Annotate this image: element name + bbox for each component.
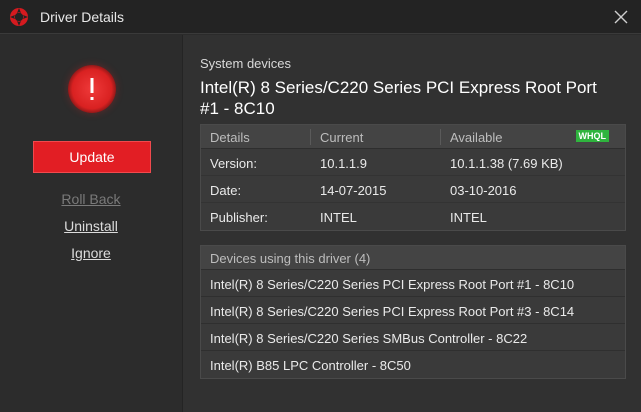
row-label: Publisher: xyxy=(210,210,268,225)
ignore-link[interactable]: Ignore xyxy=(0,245,182,261)
available-value: 10.1.1.38 (7.69 KB) xyxy=(450,156,563,171)
current-value: 10.1.1.9 xyxy=(320,156,367,171)
device-label: Intel(R) B85 LPC Controller - 8C50 xyxy=(210,358,411,373)
column-divider xyxy=(440,129,441,145)
list-item: Intel(R) 8 Series/C220 Series PCI Expres… xyxy=(201,270,625,297)
device-name-heading: Intel(R) 8 Series/C220 Series PCI Expres… xyxy=(200,78,597,118)
details-table-header: Details Current Available WHQL xyxy=(201,125,625,149)
devices-header-label: Devices using this driver (4) xyxy=(210,251,371,266)
table-row-date: Date: 14-07-2015 03-10-2016 xyxy=(201,176,625,203)
whql-badge: WHQL xyxy=(575,130,609,142)
table-row-publisher: Publisher: INTEL INTEL xyxy=(201,203,625,230)
device-label: Intel(R) 8 Series/C220 Series PCI Expres… xyxy=(210,304,575,319)
row-label: Version: xyxy=(210,156,257,171)
header-details: Details xyxy=(210,130,250,145)
devices-list-header: Devices using this driver (4) xyxy=(201,246,625,270)
section-label: System devices xyxy=(200,56,292,71)
action-sidebar: Update Roll Back Uninstall Ignore xyxy=(0,35,182,412)
device-label: Intel(R) 8 Series/C220 Series SMBus Cont… xyxy=(210,331,528,346)
header-current: Current xyxy=(320,130,364,145)
table-row-version: Version: 10.1.1.9 10.1.1.38 (7.69 KB) xyxy=(201,149,625,176)
devices-list: Devices using this driver (4) Intel(R) 8… xyxy=(200,245,626,379)
details-panel: System devices Intel(R) 8 Series/C220 Se… xyxy=(182,35,641,412)
roll-back-link[interactable]: Roll Back xyxy=(0,191,182,207)
header-available: Available xyxy=(450,130,503,145)
current-value: 14-07-2015 xyxy=(320,183,387,198)
driver-details-table: Details Current Available WHQL Version: … xyxy=(200,124,626,231)
uninstall-link[interactable]: Uninstall xyxy=(0,218,182,234)
list-item: Intel(R) 8 Series/C220 Series PCI Expres… xyxy=(201,297,625,324)
available-value: 03-10-2016 xyxy=(450,183,517,198)
list-item: Intel(R) B85 LPC Controller - 8C50 xyxy=(201,351,625,378)
list-item: Intel(R) 8 Series/C220 Series SMBus Cont… xyxy=(201,324,625,351)
current-value: INTEL xyxy=(320,210,357,225)
available-value: INTEL xyxy=(450,210,487,225)
title-bar: Driver Details xyxy=(0,0,641,34)
window-title: Driver Details xyxy=(40,9,125,25)
exclamation-alert-icon xyxy=(68,65,116,113)
column-divider xyxy=(310,129,311,145)
row-label: Date: xyxy=(210,183,242,198)
app-logo-icon xyxy=(10,8,28,26)
device-label: Intel(R) 8 Series/C220 Series PCI Expres… xyxy=(210,277,575,292)
update-button[interactable]: Update xyxy=(33,141,151,173)
close-icon[interactable] xyxy=(613,9,629,25)
